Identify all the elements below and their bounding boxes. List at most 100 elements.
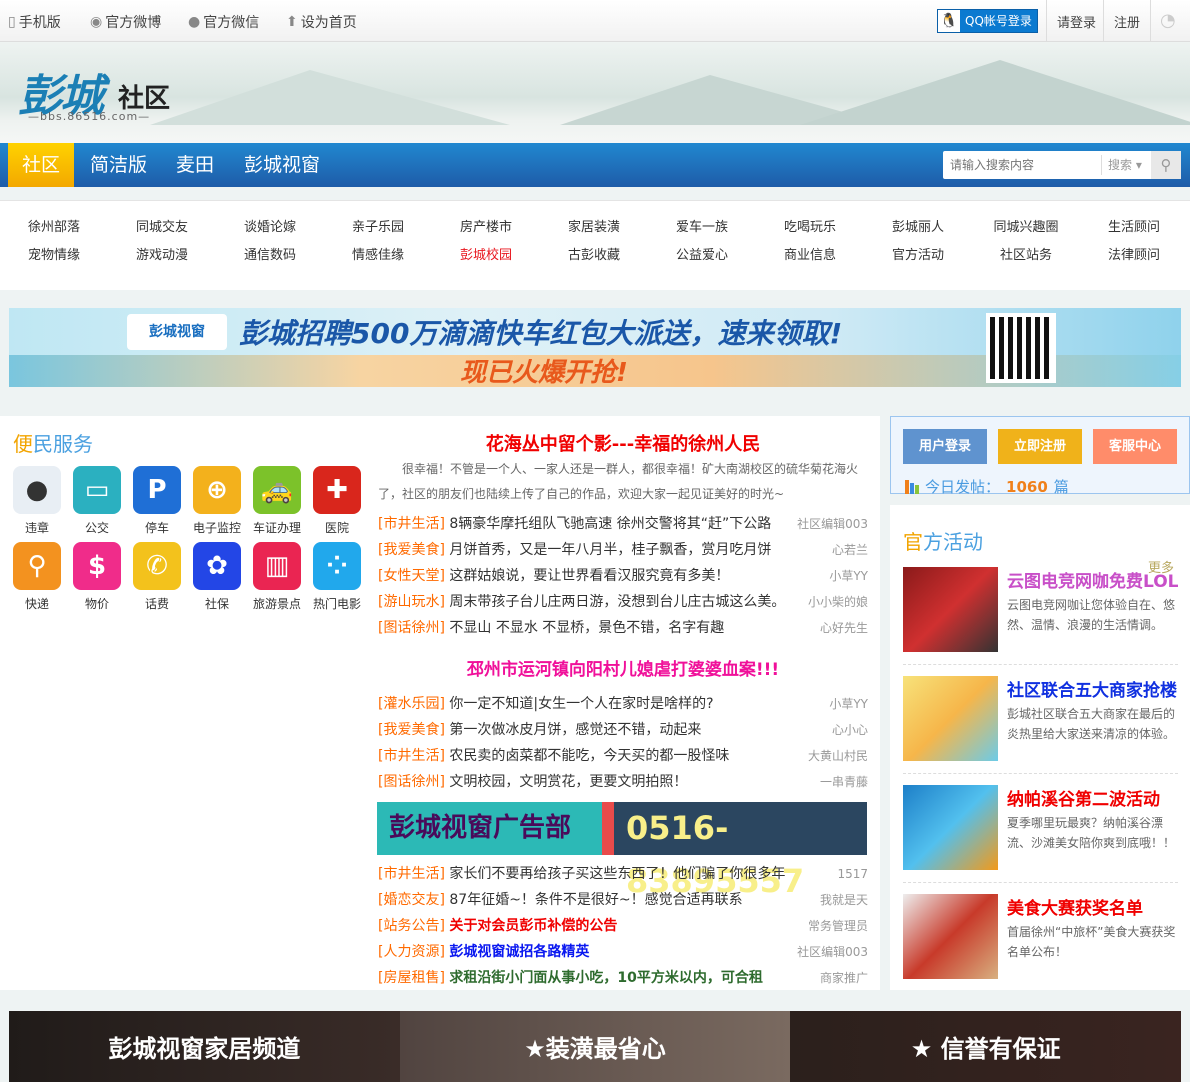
category-item[interactable]: 彭城校园 [432,244,540,263]
news-author[interactable]: 小草YY [829,693,868,715]
news-row[interactable]: [游山玩水] 周末带孩子台儿庄两日游，没想到台儿庄古城这么美。 小小柴的娘 [378,591,868,613]
news-author[interactable]: 心好先生 [820,617,868,639]
top-link-3[interactable]: ⬆ 设为首页 [286,12,357,32]
news-row[interactable]: [我爱美食] 第一次做冰皮月饼，感觉还不错，动起来 心小心 [378,719,868,741]
register-link[interactable]: 注册 [1114,12,1140,31]
news-author[interactable]: 心小心 [832,719,868,741]
news-author[interactable]: 常务管理员 [808,915,868,937]
news-row[interactable]: [女性天堂] 这群姑娘说，要让世界看看汉服究竟有多美！ 小草YY [378,565,868,587]
news-title[interactable]: 求租沿街小门面从事小吃，10平方米以内，可合租 [449,970,762,986]
category-item[interactable]: 游戏动漫 [108,244,216,263]
headline-2[interactable]: 邳州市运河镇向阳村儿媳虐打婆婆血案!!! [378,655,868,680]
nav-item-3[interactable]: 彭城视窗 [230,143,334,187]
news-row[interactable]: [市井生活] 农民卖的卤菜都不能吃，今天买的都一股怪味 大黄山村民 [378,745,868,767]
news-row[interactable]: [房屋租售] 求租沿街小门面从事小吃，10平方米以内，可合租 商家推广 [378,967,868,989]
news-tag[interactable]: [图话徐州] [378,774,445,790]
category-item[interactable]: 官方活动 [864,244,972,263]
activity-image[interactable] [903,676,998,761]
activity-item[interactable]: 社区联合五大商家抢楼 彭城社区联合五大商家在最后的炎热里给大家送来清凉的体验。 [903,676,1178,776]
news-row[interactable]: [婚恋交友] 87年征婚~！条件不是很好~！感觉合适再联系 我就是天 [378,889,868,911]
news-title[interactable]: 农民卖的卤菜都不能吃，今天买的都一股怪味 [449,748,729,764]
news-title[interactable]: 家长们不要再给孩子买这些东西了！他们骗了你很多年 [449,866,785,882]
service-scenery[interactable]: ▥ 旅游景点 [247,542,307,612]
news-title[interactable]: 周末带孩子台儿庄两日游，没想到台儿庄古城这么美。 [449,594,785,610]
category-item[interactable]: 生活顾问 [1080,216,1188,235]
news-title[interactable]: 这群姑娘说，要让世界看看汉服究竟有多美！ [449,568,729,584]
customer-service-button[interactable]: 客服中心 [1093,429,1177,464]
news-author[interactable]: 大黄山村民 [808,745,868,767]
category-item[interactable]: 同城交友 [108,216,216,235]
category-item[interactable]: 通信数码 [216,244,324,263]
news-title[interactable]: 8辆豪华摩托组队飞驰高速 徐州交警将其“赶”下公路 [449,516,771,532]
news-tag[interactable]: [我爱美食] [378,722,445,738]
news-title[interactable]: 文明校园，文明赏花，更要文明拍照！ [449,774,687,790]
nav-item-1[interactable]: 简洁版 [76,143,161,187]
news-tag[interactable]: [图话徐州] [378,620,445,636]
news-row[interactable]: [图话徐州] 不显山 不显水 不显桥，景色不错，名字有趣 心好先生 [378,617,868,639]
news-tag[interactable]: [市井生活] [378,516,445,532]
service-bus[interactable]: ▭ 公交 [67,466,127,536]
category-item[interactable]: 古彭收藏 [540,244,648,263]
top-link-0[interactable]: ▯ 手机版 [8,12,61,32]
rss-icon[interactable]: ◔ [1160,10,1176,31]
news-tag[interactable]: [市井生活] [378,866,445,882]
category-item[interactable]: 情感佳缘 [324,244,432,263]
activity-image[interactable] [903,567,998,652]
category-item[interactable]: 法律顾问 [1080,244,1188,263]
category-item[interactable]: 亲子乐园 [324,216,432,235]
news-author[interactable]: 心若兰 [832,539,868,561]
service-money-bag[interactable]: $ 物价 [67,542,127,612]
service-car[interactable]: 🚕 车证办理 [247,466,307,536]
news-author[interactable]: 社区编辑003 [797,513,868,535]
news-row[interactable]: [市井生活] 8辆豪华摩托组队飞驰高速 徐州交警将其“赶”下公路 社区编辑003 [378,513,868,535]
category-item[interactable]: 公益爱心 [648,244,756,263]
news-title[interactable]: 第一次做冰皮月饼，感觉还不错，动起来 [449,722,701,738]
news-title[interactable]: 月饼首秀，又是一年八月半，桂子飘香，赏月吃月饼 [449,542,771,558]
news-author[interactable]: 商家推广 [820,967,868,989]
search-type-select[interactable]: 搜索 ▾ [1101,155,1151,175]
category-item[interactable]: 同城兴趣圈 [972,216,1080,235]
category-item[interactable]: 商业信息 [756,244,864,263]
service-traffic-light[interactable]: ● 违章 [7,466,67,536]
category-item[interactable]: 家居装潢 [540,216,648,235]
news-row[interactable]: [人力资源] 彭城视窗诚招各路精英 社区编辑003 [378,941,868,963]
category-item[interactable]: 宠物情缘 [0,244,108,263]
news-tag[interactable]: [房屋租售] [378,970,445,986]
login-link[interactable]: 请登录 [1057,12,1096,31]
category-item[interactable]: 谈婚论嫁 [216,216,324,235]
search-button[interactable]: ⚲ [1151,151,1181,179]
news-row[interactable]: [市井生活] 家长们不要再给孩子买这些东西了！他们骗了你很多年 1517 [378,863,868,885]
activity-title[interactable]: 美食大赛获奖名单 [1007,894,1143,919]
activity-title[interactable]: 社区联合五大商家抢楼 [1007,676,1177,701]
service-film-reel[interactable]: ⁘ 热门电影 [307,542,367,612]
activity-title[interactable]: 云图电竞网咖免费LOL [1007,567,1179,592]
category-item[interactable]: 房产楼市 [432,216,540,235]
service-crosshair[interactable]: ⊕ 电子监控 [187,466,247,536]
news-author[interactable]: 我就是天 [820,889,868,911]
news-title[interactable]: 彭城视窗诚招各路精英 [449,944,589,960]
qq-login-button[interactable]: 🐧 QQ帐号登录 [937,9,1038,33]
news-row[interactable]: [站务公告] 关于对会员彭币补偿的公告 常务管理员 [378,915,868,937]
news-tag[interactable]: [我爱美食] [378,542,445,558]
search-input[interactable] [943,151,1101,179]
activity-item[interactable]: 云图电竞网咖免费LOL 云图电竞网咖让您体验自在、悠然、温情、浪漫的生活情调。 [903,567,1179,667]
activity-image[interactable] [903,894,998,979]
news-tag[interactable]: [人力资源] [378,944,445,960]
register-button[interactable]: 立即注册 [998,429,1082,464]
news-tag[interactable]: [灌水乐园] [378,696,445,712]
user-login-button[interactable]: 用户登录 [903,429,987,464]
nav-item-2[interactable]: 麦田 [162,143,228,187]
news-row[interactable]: [图话徐州] 文明校园，文明赏花，更要文明拍照！ 一串青藤 [378,771,868,793]
top-link-2[interactable]: ● 官方微信 [188,12,259,32]
category-item[interactable]: 徐州部落 [0,216,108,235]
bottom-banner[interactable]: 彭城视窗家居频道 ★装潢最省心 ★ 信誉有保证 [9,1011,1182,1082]
service-phone-handset[interactable]: ✆ 话费 [127,542,187,612]
news-author[interactable]: 1517 [837,863,868,885]
service-magnifier[interactable]: ⚲ 快递 [7,542,67,612]
activity-image[interactable] [903,785,998,870]
service-hospital[interactable]: ✚ 医院 [307,466,367,536]
news-author[interactable]: 小小柴的娘 [808,591,868,613]
top-link-1[interactable]: ◉ 官方微博 [90,12,161,32]
category-item[interactable]: 爱车一族 [648,216,756,235]
news-author[interactable]: 社区编辑003 [797,941,868,963]
